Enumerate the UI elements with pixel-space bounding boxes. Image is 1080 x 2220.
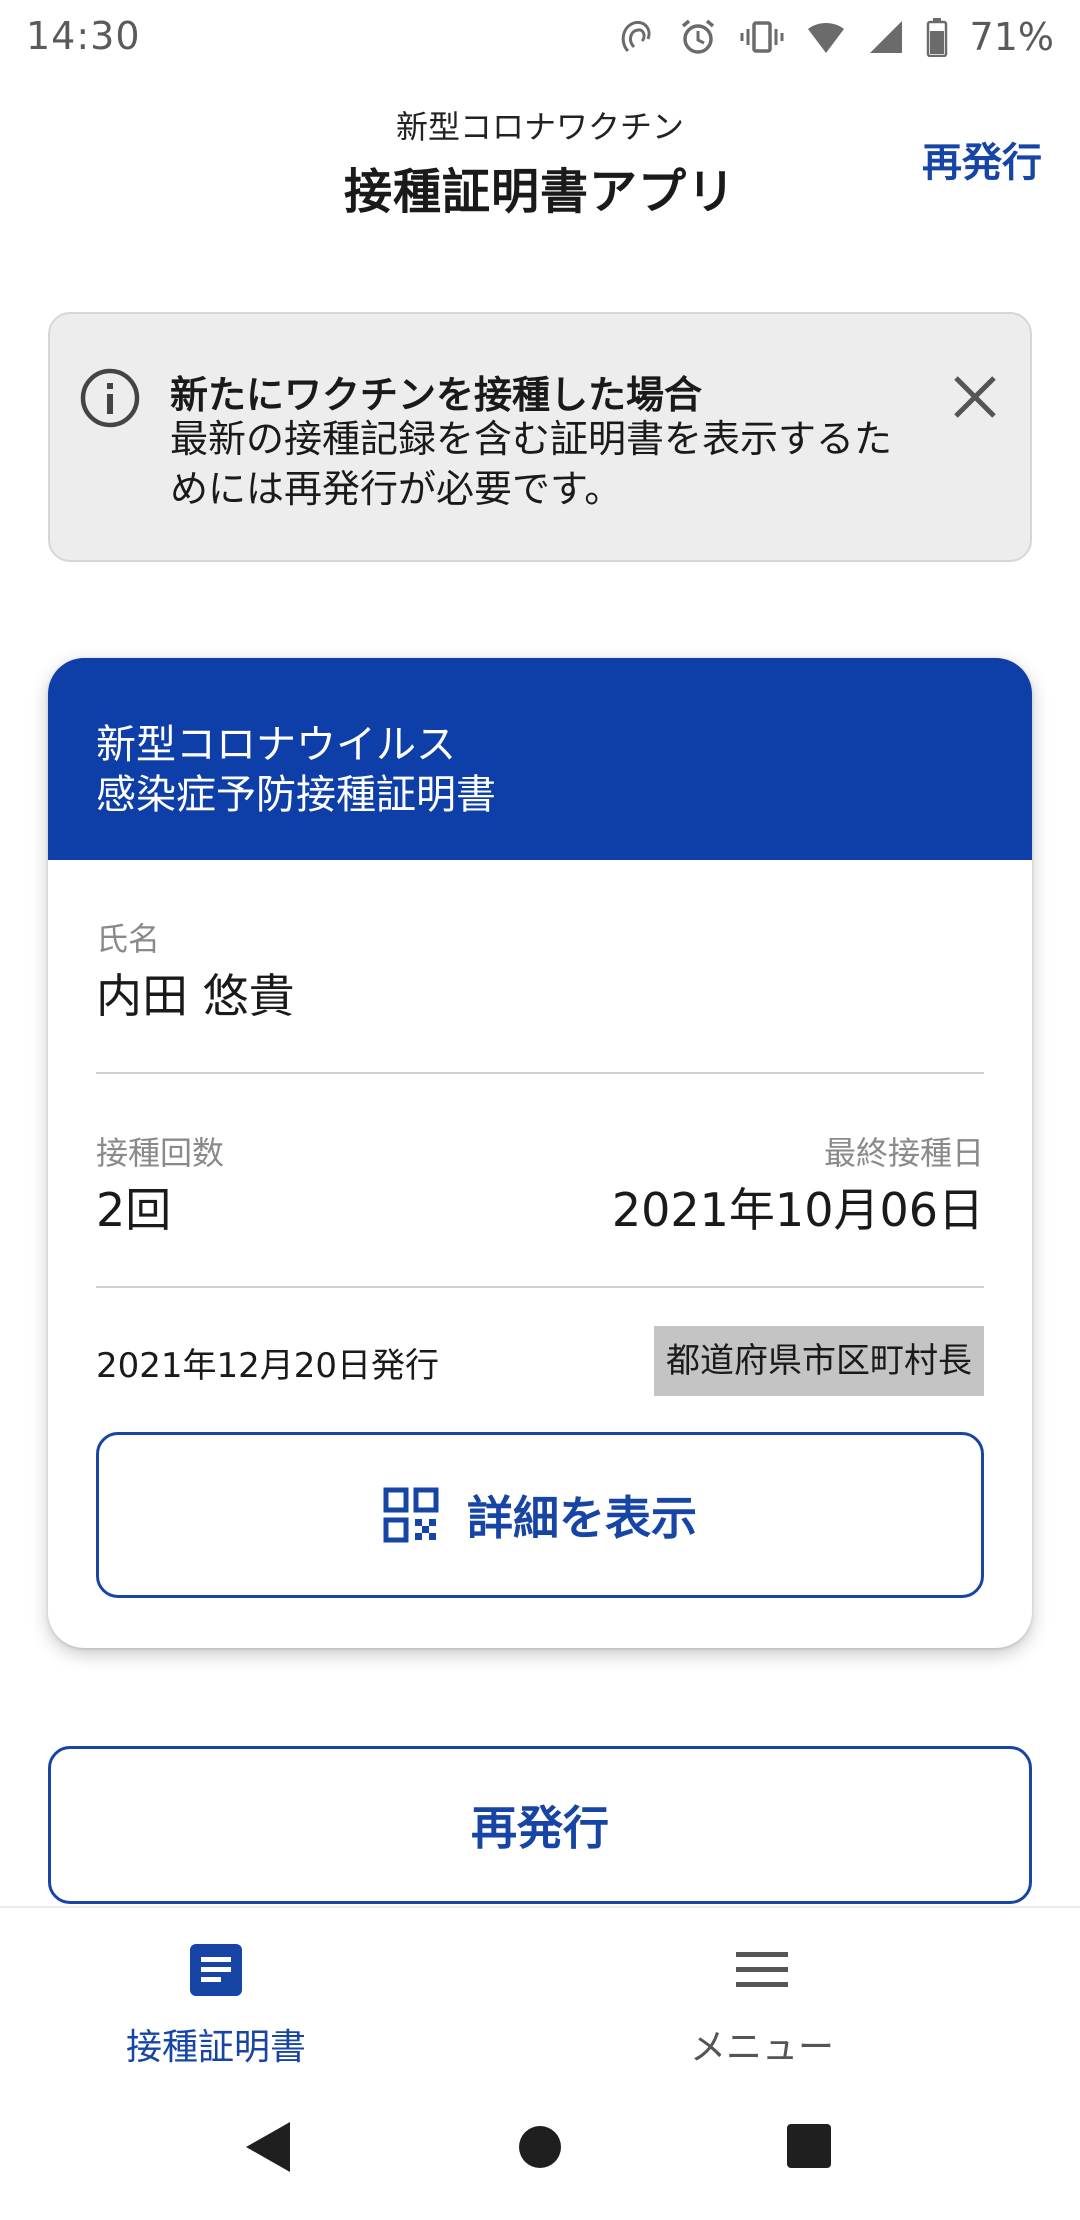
nav-tab-certificate[interactable]: 接種証明書 (0, 1908, 540, 2080)
show-details-button[interactable]: 詳細を表示 (96, 1432, 984, 1598)
signal-icon (869, 21, 902, 53)
name-value: 内田 悠貴 (96, 969, 295, 1023)
vibrate-icon (740, 21, 784, 53)
last-date-label: 最終接種日 (823, 1134, 984, 1172)
battery-icon (926, 18, 947, 57)
doses-label: 接種回数 (96, 1134, 225, 1172)
doses-value: 2回 (96, 1183, 172, 1237)
divider (96, 1286, 984, 1288)
divider (96, 1072, 984, 1074)
nav-label-certificate: 接種証明書 (125, 2027, 306, 2068)
qr-code-icon (383, 1487, 439, 1543)
nav-tab-menu[interactable]: メニュー (540, 1908, 1080, 2080)
page-title: 接種証明書アプリ (343, 164, 736, 220)
notice-title: 新たにワクチンを接種した場合 (170, 373, 703, 417)
reissue-notice: 新たにワクチンを接種した場合 最新の接種記録を含む証明書を表示するためには再発行… (48, 312, 1032, 562)
reissue-button[interactable]: 再発行 (48, 1746, 1032, 1904)
recents-icon[interactable] (786, 2120, 832, 2174)
header-subtitle: 新型コロナワクチン (395, 108, 684, 146)
status-bar: 14:30 71% (0, 0, 1080, 74)
show-details-label: 詳細を表示 (467, 1491, 697, 1545)
status-time: 14:30 (26, 14, 141, 58)
nav-label-menu: メニュー (689, 2027, 834, 2068)
last-date-value: 2021年10月06日 (611, 1183, 984, 1237)
alarm-icon (681, 19, 714, 54)
nfc-icon (621, 20, 650, 53)
battery-percent: 71% (969, 15, 1054, 59)
home-icon[interactable] (518, 2120, 562, 2174)
back-icon[interactable] (244, 2120, 292, 2174)
status-icons: 71% (616, 14, 1054, 60)
app-header: 新型コロナワクチン 接種証明書アプリ 再発行 (0, 90, 1080, 230)
bottom-nav: 接種証明書 メニュー (0, 1906, 1080, 2078)
issue-date: 2021年12月20日発行 (96, 1346, 440, 1386)
system-nav-bar (0, 2080, 1080, 2220)
document-icon (190, 1944, 242, 1996)
close-icon[interactable] (950, 372, 1000, 422)
header-reissue-link[interactable]: 再発行 (922, 130, 1042, 188)
issuer-stamp: 都道府県市区町村長 (654, 1326, 984, 1396)
reissue-button-label: 再発行 (471, 1801, 609, 1855)
certificate-card: 新型コロナウイルス 感染症予防接種証明書 氏名 内田 悠貴 接種回数 2回 最終… (48, 658, 1032, 1648)
name-label: 氏名 (96, 920, 161, 958)
certificate-title-line2: 感染症予防接種証明書 (96, 772, 496, 818)
wifi-icon (807, 23, 844, 53)
notice-body: 最新の接種記録を含む証明書を表示するためには再発行が必要です。 (170, 417, 893, 511)
menu-icon (736, 1952, 788, 1987)
info-icon (80, 368, 140, 428)
certificate-card-header: 新型コロナウイルス 感染症予防接種証明書 (48, 658, 1032, 860)
